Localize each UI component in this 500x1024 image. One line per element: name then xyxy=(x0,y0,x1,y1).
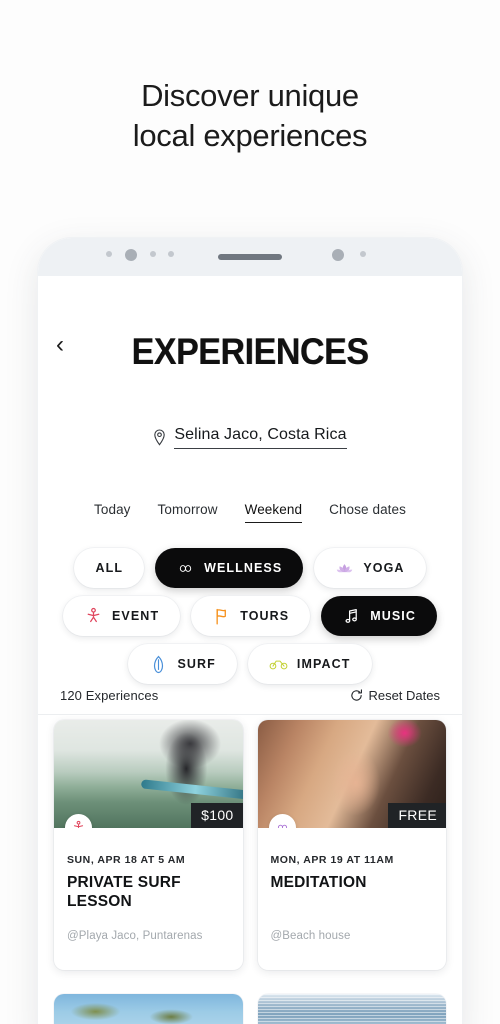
reset-dates-button[interactable]: Reset Dates xyxy=(350,688,440,703)
experience-card[interactable] xyxy=(257,994,446,1024)
card-location: @Playa Jaco, Puntarenas xyxy=(67,930,203,942)
card-body: SUN, APR 18 AT 5 AM PRIVATE SURF LESSON xyxy=(54,828,243,911)
chip-music[interactable]: MUSIC xyxy=(321,596,437,636)
map-pin-icon xyxy=(154,429,166,446)
reset-dates-label: Reset Dates xyxy=(368,688,440,703)
chip-row-1: ALL WELLNESS YOGA xyxy=(38,548,462,588)
card-body: MON, APR 19 AT 11AM MEDITATION xyxy=(258,828,447,892)
experience-card[interactable]: $100 SUN, APR 18 AT 5 AM PRIVATE SURF LE… xyxy=(54,720,243,970)
palm-trees-photo xyxy=(54,994,243,1024)
card-location: @Beach house xyxy=(270,930,351,942)
refresh-icon xyxy=(351,689,363,701)
chip-surf-label: SURF xyxy=(177,657,216,671)
phone-notch xyxy=(38,238,462,276)
card-image: FREE xyxy=(257,720,446,828)
location-value: Selina Jaco, Costa Rica xyxy=(174,426,347,449)
chip-row-3: SURF IMPACT xyxy=(38,644,462,684)
chip-all[interactable]: ALL xyxy=(74,548,145,588)
headline-line-1: Discover unique xyxy=(141,78,359,113)
front-camera-icon xyxy=(332,249,344,261)
chip-music-label: MUSIC xyxy=(370,609,416,623)
app-store-screenshot: Discover unique local experiences ‹ EXPE… xyxy=(0,0,500,1024)
ocean-photo xyxy=(257,994,446,1024)
results-bar: 120 Experiences Reset Dates xyxy=(38,688,462,715)
chip-impact-label: IMPACT xyxy=(296,657,351,671)
experience-card[interactable] xyxy=(54,994,243,1024)
card-title: PRIVATE SURF LESSON xyxy=(67,874,181,910)
card-image: $100 xyxy=(54,720,243,828)
chip-surf[interactable]: SURF xyxy=(128,644,237,684)
experience-card-grid-partial xyxy=(38,994,462,1024)
flag-icon xyxy=(212,607,231,626)
app-screen: ‹ EXPERIENCES Selina Jaco, Costa Rica To… xyxy=(38,276,462,1024)
date-tab-chose-dates[interactable]: Chose dates xyxy=(329,502,406,523)
chip-wellness[interactable]: WELLNESS xyxy=(155,548,304,588)
chip-tours-label: TOURS xyxy=(240,609,290,623)
results-count: 120 Experiences xyxy=(60,688,159,703)
infinity-icon xyxy=(277,824,287,828)
chip-yoga[interactable]: YOGA xyxy=(314,548,426,588)
sensor-dot-icon xyxy=(106,251,112,257)
sensor-dot-icon xyxy=(360,251,366,257)
experience-card-grid: $100 SUN, APR 18 AT 5 AM PRIVATE SURF LE… xyxy=(38,720,462,1024)
card-title: MEDITATION xyxy=(270,874,367,891)
sensor-dot-icon xyxy=(168,251,174,257)
app-logo: EXPERIENCES xyxy=(131,331,369,372)
page-title: Discover unique local experiences xyxy=(0,76,500,156)
surfboard-icon xyxy=(149,655,168,674)
chip-wellness-label: WELLNESS xyxy=(204,561,283,575)
chip-yoga-label: YOGA xyxy=(363,561,405,575)
chip-event-label: EVENT xyxy=(112,609,160,623)
chip-row-2: EVENT TOURS MUSIC xyxy=(38,596,462,636)
runner-icon xyxy=(84,607,103,626)
chip-event[interactable]: EVENT xyxy=(63,596,181,636)
date-filter-tabs: Today Tomorrow Weekend Chose dates xyxy=(38,502,462,523)
front-camera-icon xyxy=(125,249,137,261)
headline-line-2: local experiences xyxy=(132,118,368,153)
date-tab-tomorrow[interactable]: Tomorrow xyxy=(158,502,218,523)
sensor-dot-icon xyxy=(150,251,156,257)
infinity-icon xyxy=(176,559,195,578)
date-tab-weekend[interactable]: Weekend xyxy=(244,502,303,523)
category-chip-group: ALL WELLNESS YOGA EVENT TOURS MUSIC SURF… xyxy=(38,548,462,692)
date-tab-today[interactable]: Today xyxy=(94,502,131,523)
location-field[interactable]: Selina Jaco, Costa Rica xyxy=(38,426,462,449)
phone-mockup: ‹ EXPERIENCES Selina Jaco, Costa Rica To… xyxy=(38,238,462,1024)
card-date: MON, APR 19 AT 11AM xyxy=(270,854,394,866)
chip-all-label: ALL xyxy=(95,561,124,575)
lotus-icon xyxy=(335,559,354,578)
music-note-icon xyxy=(342,607,361,626)
price-badge: FREE xyxy=(388,803,446,828)
card-date: SUN, APR 18 AT 5 AM xyxy=(67,854,186,866)
chip-impact[interactable]: IMPACT xyxy=(247,644,372,684)
bicycle-icon xyxy=(269,655,288,674)
earpiece-speaker xyxy=(218,254,282,260)
experience-card[interactable]: FREE MON, APR 19 AT 11AM MEDITATION @Bea… xyxy=(257,720,447,970)
price-badge: $100 xyxy=(191,803,243,828)
runner-icon xyxy=(73,820,84,828)
chip-tours[interactable]: TOURS xyxy=(191,596,311,636)
